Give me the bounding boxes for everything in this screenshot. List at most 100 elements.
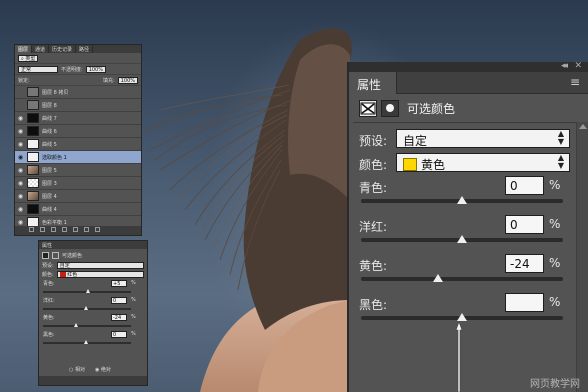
layer-name: 图层 4 [42,193,57,200]
layer-row[interactable]: ◉ 图层 3 [15,177,141,190]
blend-mode-select[interactable]: 正常 [18,65,58,73]
layer-row[interactable]: ◉ 曲线 7 [15,112,141,125]
opacity-label: 不透明度: [61,66,83,73]
slider-label: 青色: [359,181,388,195]
layer-row[interactable]: ◉ 图层 4 [15,190,141,203]
small-slider-label: 黑色: [43,332,55,338]
eye-icon[interactable] [17,89,24,96]
small-slider-unit: % [131,280,136,286]
adjustment-icon[interactable] [62,227,67,232]
preset-value: 自定 [403,134,428,148]
radio-absolute-label: 绝对 [100,367,111,373]
slider-label: 洋红: [359,220,388,234]
eye-icon[interactable]: ◉ [17,141,24,148]
eye-icon[interactable]: ◉ [17,128,24,135]
small-preset-label: 预设: [42,263,54,269]
layer-row[interactable]: ◉ 曲线 5 [15,138,141,151]
eye-icon[interactable]: ◉ [17,154,24,161]
slider-value-input[interactable] [505,293,544,312]
mouse-cursor [455,322,463,392]
tab-properties[interactable]: 属性 [349,72,397,94]
properties-panel: ◂◂ ✕ 属性 ≡ 可选颜色 预设: 自定 ▲ ▼ 颜色: 黄色 ▲ ▼ 青色: 0%… [347,61,588,392]
layer-row[interactable]: ◉ 曲线 4 [15,203,141,216]
small-slider-input[interactable]: +5 [111,280,127,287]
slider-value-input[interactable]: 0 [505,215,544,234]
panel-scrollbar[interactable] [576,122,588,392]
new-layer-icon[interactable] [84,227,89,232]
eye-icon[interactable]: ◉ [17,219,24,226]
search-icon: ⌕ [21,55,24,62]
slider-knob[interactable] [457,196,467,204]
preset-row: 预设: 自定 ▲ ▼ [349,127,588,151]
panel-menu-icon[interactable]: ≡ [570,75,580,89]
slider-knob[interactable] [432,274,443,282]
mask-icon[interactable] [52,251,59,259]
small-slider-unit: % [131,331,136,337]
layer-filter-label: 类型 [25,55,36,62]
small-slider-input[interactable]: 0 [111,331,127,338]
panel-title-strip: ◂◂ ✕ [349,61,588,72]
eye-icon[interactable]: ◉ [17,167,24,174]
color-dropdown[interactable]: 黄色 ▲ ▼ [396,153,570,172]
fill-label: 填充: [103,77,115,84]
slider-knob[interactable] [457,235,467,243]
tab-history[interactable]: 历史记录 [49,45,77,53]
small-color-select[interactable]: 红色 [56,271,144,278]
layer-row[interactable]: ◉ 曲线 6 [15,125,141,138]
tab-layers[interactable]: 图层 [15,45,33,53]
small-slider-knob[interactable] [84,306,88,310]
small-slider-input[interactable]: 0 [111,297,127,304]
small-slider-label: 黄色: [43,315,55,321]
preset-dropdown[interactable]: 自定 ▲ ▼ [396,129,570,148]
small-color-label: 颜色: [42,272,54,278]
folder-icon[interactable] [73,227,78,232]
small-slider-knob[interactable] [85,289,90,293]
layer-row[interactable]: 图层 8 [15,99,141,112]
layer-name: 曲线 6 [42,128,57,135]
small-slider-knob[interactable] [73,323,78,327]
slider-value-input[interactable]: 0 [505,176,544,195]
small-color-row: 颜色: 红色 [39,270,147,279]
fx-icon[interactable] [40,227,45,232]
radio-absolute[interactable]: ◉ 绝对 [95,366,111,373]
small-slider-track[interactable] [43,325,131,327]
eye-icon[interactable] [17,102,24,109]
layer-thumbnail [27,100,39,110]
slider-knob[interactable] [457,313,467,321]
scroll-up-icon[interactable] [579,124,587,129]
eye-icon[interactable]: ◉ [17,206,24,213]
collapse-icon[interactable]: ◂◂ [561,61,568,71]
layer-row[interactable]: ◉ 图层 5 [15,164,141,177]
layer-thumbnail [27,152,39,162]
color-value: 黄色 [421,158,446,172]
percent-unit: % [549,295,561,309]
small-color-value: 红色 [67,272,78,278]
close-icon[interactable]: ✕ [574,61,582,71]
radio-relative[interactable]: ○ 相对 [69,366,85,373]
small-sliders: 青色: +5% 洋红: 0% 黄色: -24% 黑色: 0% [39,279,147,347]
small-preset-select[interactable]: 自定 [56,262,144,269]
blend-row: 正常 不透明度: 100% [15,64,141,75]
tab-channels[interactable]: 通道 [32,45,50,53]
layer-row[interactable]: 图层 8 拷贝 [15,86,141,99]
layer-filter-select[interactable]: ⌕ 类型 [18,54,39,62]
opacity-input[interactable]: 100% [85,65,106,73]
mask-icon[interactable] [51,227,56,232]
eye-icon[interactable]: ◉ [17,193,24,200]
color-row: 颜色: 黄色 ▲ ▼ [349,151,588,175]
slider-label: 黑色: [359,298,388,312]
link-icon[interactable] [29,227,34,232]
lock-row: 锁定: 填充: 100% [15,75,141,86]
eye-icon[interactable]: ◉ [17,180,24,187]
tab-paths[interactable]: 路径 [76,45,94,53]
slider-track[interactable] [361,277,563,281]
eye-icon[interactable]: ◉ [17,115,24,122]
slider-value-input[interactable]: -24 [505,254,544,273]
small-slider-knob[interactable] [84,340,88,344]
fill-input[interactable]: 100% [117,76,138,84]
layer-mask-icon[interactable] [381,100,399,117]
trash-icon[interactable] [95,227,100,232]
layer-row[interactable]: ◉ 选取颜色 1 [15,151,141,164]
small-slider-input[interactable]: -24 [111,314,127,321]
small-properties-footer [39,376,147,385]
